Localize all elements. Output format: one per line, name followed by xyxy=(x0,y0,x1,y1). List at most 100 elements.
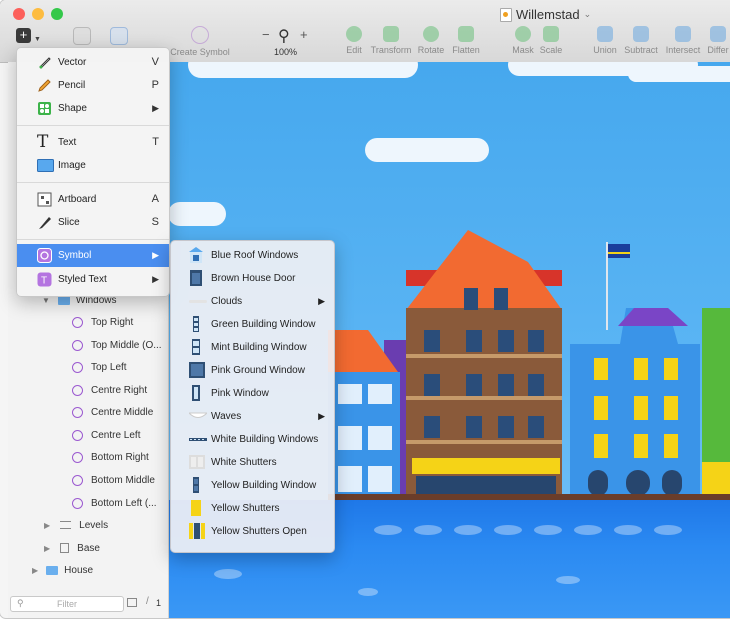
union-button[interactable]: Union xyxy=(592,26,618,55)
menu-item-vector[interactable]: Vector V xyxy=(17,51,169,73)
difference-button[interactable]: Differ xyxy=(706,26,730,55)
symbol-item-waves[interactable]: Waves ▶ xyxy=(171,405,334,427)
symbol-item-label: White Shutters xyxy=(211,456,277,468)
symbol-item-label: Waves xyxy=(211,410,242,422)
symbol-item-pink-window[interactable]: Pink Window xyxy=(171,382,334,404)
copy-icon[interactable] xyxy=(127,598,137,607)
white-shutters-thumbnail-icon xyxy=(189,454,205,470)
layer-item[interactable]: Top Right xyxy=(8,311,168,333)
symbol-item-clouds[interactable]: Clouds ▶ xyxy=(171,290,334,312)
layer-item[interactable]: Bottom Left (... xyxy=(8,492,168,514)
ungroup-tool[interactable] xyxy=(110,27,128,48)
difference-icon xyxy=(710,26,726,42)
layer-filter-input[interactable]: ⚲ Filter xyxy=(10,596,124,612)
group-tool[interactable] xyxy=(73,27,91,48)
shape-icon xyxy=(37,101,52,116)
menu-item-label: Text xyxy=(58,136,77,148)
menu-item-pencil[interactable]: Pencil P xyxy=(17,74,169,96)
scale-button[interactable]: Scale xyxy=(539,26,563,55)
yellow-shutters-thumbnail-icon xyxy=(189,500,203,516)
symbol-item-white-building-windows[interactable]: White Building Windows xyxy=(171,428,334,450)
symbol-item-yellow-building-window[interactable]: Yellow Building Window xyxy=(171,474,334,496)
submenu-arrow-icon: ▶ xyxy=(152,273,159,284)
transform-button[interactable]: Transform xyxy=(369,26,413,55)
layer-label: Centre Right xyxy=(91,384,148,396)
disclosure-collapsed-icon: ▶ xyxy=(44,543,51,553)
layer-item[interactable]: Top Middle (O... xyxy=(8,334,168,356)
document-title[interactable]: Willemstad ⌄ xyxy=(500,7,591,22)
menu-item-symbol[interactable]: Symbol ▶ xyxy=(17,244,169,267)
layer-item[interactable]: Bottom Middle xyxy=(8,469,168,491)
menu-item-text[interactable]: T Text T xyxy=(17,131,169,153)
edit-button[interactable]: Edit xyxy=(343,26,365,55)
menu-item-artboard[interactable]: Artboard A xyxy=(17,188,169,210)
insert-menu: Vector V Pencil P Shape ▶ T Text T Image… xyxy=(16,47,170,297)
symbol-item-white-shutters[interactable]: White Shutters xyxy=(171,451,334,473)
mask-button[interactable]: Mask xyxy=(511,26,535,55)
menu-item-image[interactable]: Image xyxy=(17,154,169,176)
zoom-out-button[interactable]: − xyxy=(262,27,270,42)
zoom-in-button[interactable]: + xyxy=(300,27,308,42)
layer-item[interactable]: Centre Left xyxy=(8,424,168,446)
insert-button[interactable]: + xyxy=(16,28,31,43)
flatten-button[interactable]: Flatten xyxy=(451,26,481,55)
artboard-icon xyxy=(37,192,52,207)
symbol-item-label: Brown House Door xyxy=(211,272,296,284)
transform-label: Transform xyxy=(370,45,412,55)
layer-group-levels[interactable]: ▶ Levels xyxy=(8,514,168,536)
subtract-button[interactable]: Subtract xyxy=(622,26,660,55)
zoom-level[interactable]: 100% xyxy=(274,47,297,57)
subtract-label: Subtract xyxy=(624,45,658,55)
pink-window-thumbnail-icon xyxy=(189,385,203,401)
symbol-instance-icon xyxy=(72,384,83,396)
layer-item[interactable]: Top Left xyxy=(8,356,168,378)
layer-item[interactable]: Centre Middle xyxy=(8,401,168,423)
create-symbol-button[interactable]: Create Symbol xyxy=(170,26,230,57)
slice-icon xyxy=(37,215,52,230)
layer-item[interactable]: Centre Right xyxy=(8,379,168,401)
vector-pen-icon xyxy=(37,55,52,70)
close-button[interactable] xyxy=(13,8,25,20)
magnifier-icon: ⚲ xyxy=(278,28,290,45)
rotate-icon xyxy=(423,26,439,42)
symbol-item-blue-roof-windows[interactable]: Blue Roof Windows xyxy=(171,244,334,266)
union-label: Union xyxy=(593,45,617,55)
yellow-shutters-open-thumbnail-icon xyxy=(189,523,205,539)
document-icon xyxy=(500,7,512,22)
symbol-item-label: White Building Windows xyxy=(211,433,319,445)
symbol-item-label: Pink Ground Window xyxy=(211,364,305,376)
zoom-plus-label: + xyxy=(300,27,308,42)
layer-base[interactable]: ▶ Base xyxy=(8,537,168,559)
rotate-button[interactable]: Rotate xyxy=(417,26,445,55)
layer-group-house[interactable]: ▶ House xyxy=(8,559,168,581)
menu-shortcut: T xyxy=(152,136,159,148)
layer-label: Levels xyxy=(79,519,109,531)
layer-item[interactable]: Bottom Right xyxy=(8,446,168,468)
submenu-arrow-icon: ▶ xyxy=(152,102,159,113)
symbol-item-green-building-window[interactable]: Green Building Window xyxy=(171,313,334,335)
folder-icon xyxy=(46,565,59,575)
menu-item-styled-text[interactable]: T Styled Text ▶ xyxy=(17,268,169,290)
menu-shortcut: V xyxy=(151,56,159,68)
minimize-button[interactable] xyxy=(32,8,44,20)
ungroup-icon xyxy=(110,27,128,45)
symbol-item-yellow-shutters-open[interactable]: Yellow Shutters Open xyxy=(171,520,334,542)
intersect-button[interactable]: Intersect xyxy=(664,26,702,55)
layer-label: Centre Left xyxy=(91,429,141,441)
symbol-item-pink-ground-window[interactable]: Pink Ground Window xyxy=(171,359,334,381)
menu-divider xyxy=(17,125,169,126)
menu-item-shape[interactable]: Shape ▶ xyxy=(17,97,169,119)
flatten-label: Flatten xyxy=(452,45,480,55)
symbol-item-label: Pink Window xyxy=(211,387,269,399)
symbol-item-yellow-shutters[interactable]: Yellow Shutters xyxy=(171,497,334,519)
menu-item-slice[interactable]: Slice S xyxy=(17,211,169,233)
symbol-instance-icon xyxy=(72,497,83,509)
menu-item-label: Symbol xyxy=(58,250,92,261)
union-icon xyxy=(597,26,613,42)
menu-shortcut: S xyxy=(151,216,159,228)
symbol-item-mint-building-window[interactable]: Mint Building Window xyxy=(171,336,334,358)
rectangle-icon xyxy=(60,543,70,553)
zoom-button[interactable] xyxy=(51,8,63,20)
symbol-item-brown-house-door[interactable]: Brown House Door xyxy=(171,267,334,289)
pencil-small-icon[interactable]: / xyxy=(146,596,149,607)
